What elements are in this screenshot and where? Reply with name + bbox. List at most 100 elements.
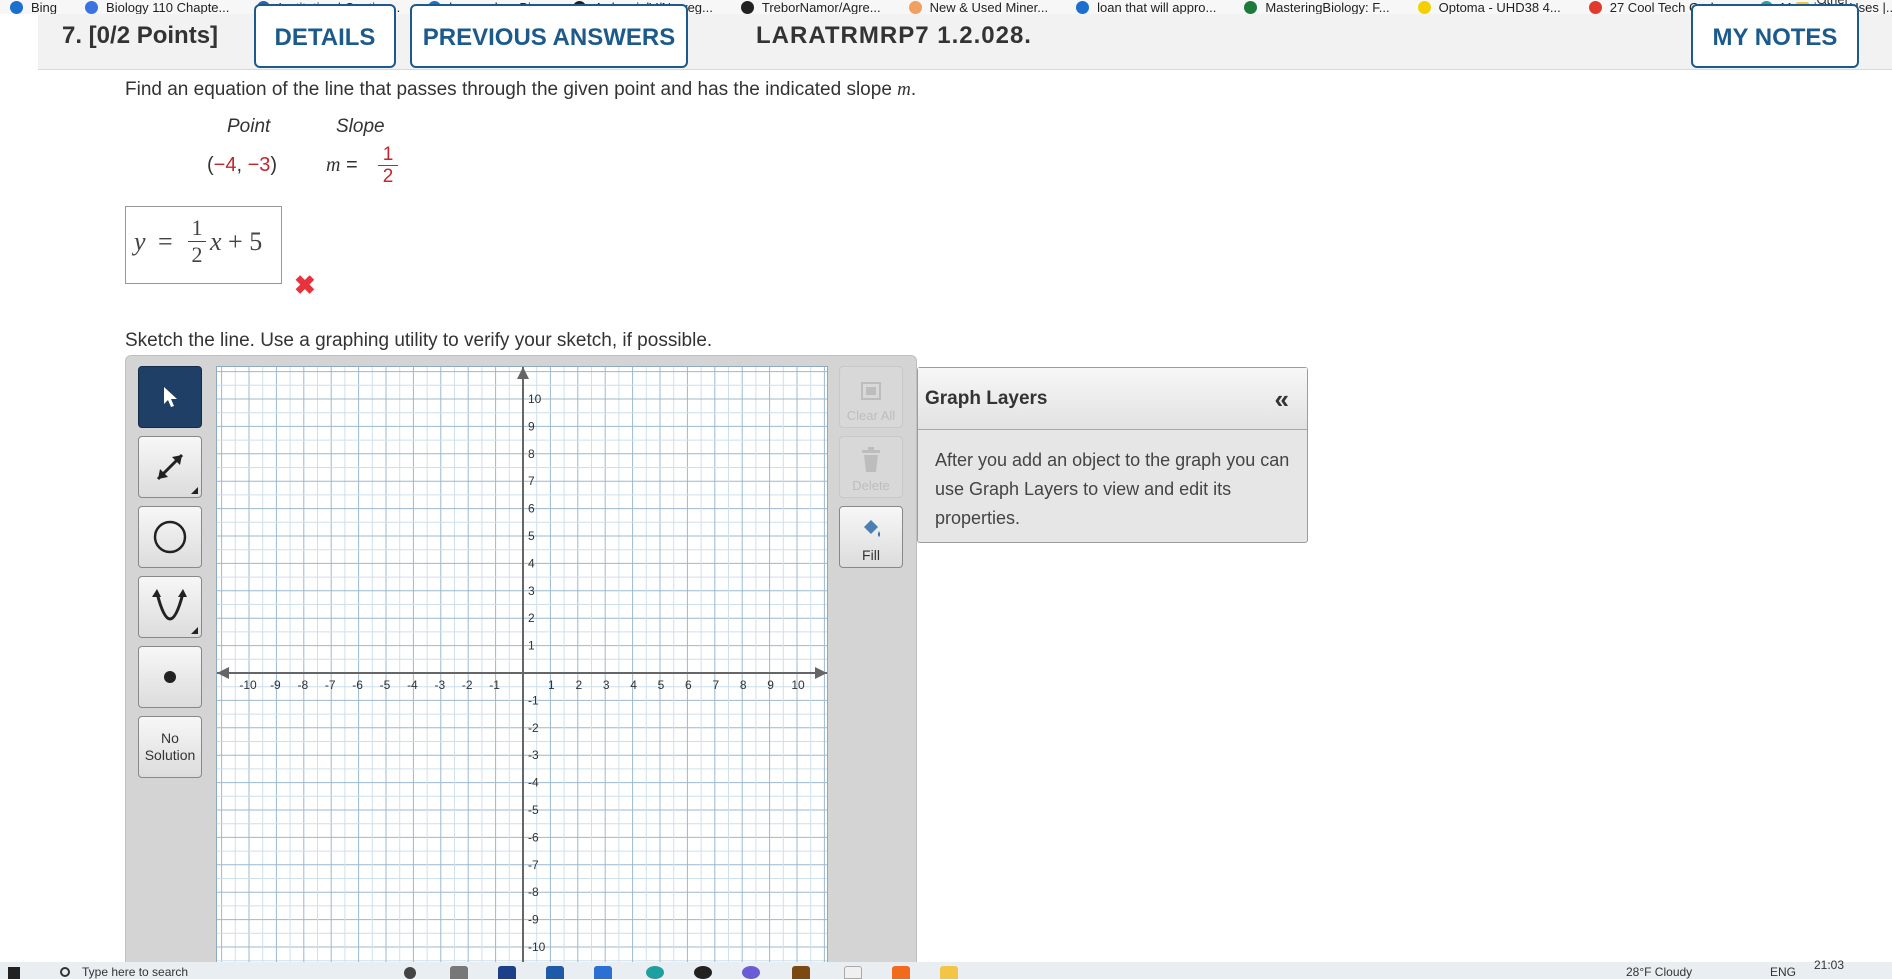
collapse-icon[interactable]: « [1275, 384, 1289, 415]
answer-equals: = [158, 227, 173, 256]
point-tool-button[interactable] [138, 646, 202, 708]
graph-layers-panel: Graph Layers « After you add an object t… [917, 367, 1308, 543]
photoshop-icon[interactable] [498, 966, 516, 979]
x-tick-label: -4 [407, 678, 418, 692]
slope-label: m = [326, 154, 358, 177]
my-notes-label: MY NOTES [1712, 24, 1838, 51]
bookmark-favicon-icon [10, 0, 23, 14]
y-tick-label: -10 [528, 940, 546, 954]
y-tick-label: 2 [528, 611, 535, 625]
x-axis-arrow-right [815, 667, 827, 679]
trash-icon [862, 447, 880, 472]
app-orange-icon[interactable] [892, 966, 910, 979]
no-solution-line1: No [161, 730, 179, 746]
bookmark-item[interactable]: Optoma - UHD38 4... [1417, 0, 1561, 14]
app-icon[interactable] [546, 966, 564, 979]
bookmark-favicon-icon [1076, 0, 1090, 14]
bookmark-item[interactable]: TreborNamor/Agre... [740, 0, 881, 14]
prompt-period: . [910, 79, 917, 100]
y-tick-label: 5 [528, 529, 535, 543]
fill-button[interactable]: Fill [839, 506, 903, 568]
clock[interactable]: 21:03 [1814, 958, 1844, 972]
question-header: 7. [0/2 Points] DETAILS PREVIOUS ANSWERS… [38, 4, 1892, 70]
document-icon[interactable] [844, 966, 862, 979]
x-tick-label: -3 [434, 678, 445, 692]
cursor-icon [164, 387, 177, 407]
previous-answers-label: PREVIOUS ANSWERS [422, 24, 676, 51]
x-tick-label: 10 [791, 678, 805, 692]
pointer-tool-button[interactable] [138, 366, 202, 428]
weather-widget[interactable]: 28°F Cloudy [1626, 965, 1692, 979]
bookmark-item[interactable]: Bing [10, 0, 57, 14]
discord-icon[interactable] [742, 966, 760, 979]
bookmark-label: TreborNamor/Agre... [761, 0, 881, 14]
coordinate-grid[interactable]: -10 -9 -8 -7 -6 -5 -4 -3 -2 -1 1 2 3 4 5 6 7 8 9 10 -10 -9 -8 -… [217, 367, 827, 979]
details-button[interactable]: DETAILS [254, 4, 396, 68]
slope-numerator: 1 [378, 144, 398, 166]
taskbar-search-input[interactable]: Type here to search [82, 965, 188, 979]
bookmark-label: loan that will appro... [1097, 0, 1217, 14]
sketch-instructions: Sketch the line. Use a graphing utility … [125, 330, 713, 351]
parabola-tool-button[interactable] [138, 576, 202, 638]
no-solution-button[interactable]: No Solution [138, 716, 202, 778]
clear-all-button[interactable]: Clear All [839, 366, 903, 428]
my-notes-button[interactable]: MY NOTES [1691, 4, 1859, 68]
bookmark-item[interactable]: loan that will appro... [1076, 0, 1216, 14]
graphing-tool: No Solution -10 -9 -8 -7 -6 -5 -4 -3 -2 -1 1 2 3 4 5 6 7 8… [125, 355, 917, 979]
language-indicator[interactable]: ENG [1770, 965, 1796, 979]
store-icon[interactable] [594, 966, 612, 979]
y-tick-label: 10 [528, 392, 542, 406]
answer-rest: x + 5 [210, 227, 262, 257]
point-y: −3 [247, 154, 271, 176]
edge-icon[interactable] [646, 966, 664, 979]
slope-variable: m [326, 154, 341, 176]
answer-frac-denominator: 2 [191, 242, 203, 267]
x-tick-label: -2 [462, 678, 473, 692]
clear-icon [861, 382, 881, 400]
answer-input[interactable]: y = 1 2 x + 5 [125, 206, 282, 284]
x-tick-label: 9 [767, 678, 774, 692]
x-tick-label: 7 [712, 678, 719, 692]
paren-open: ( [207, 154, 214, 176]
problem-prompt: Find an equation of the line that passes… [125, 79, 916, 101]
y-tick-label: -5 [528, 803, 539, 817]
graph-canvas[interactable]: -10 -9 -8 -7 -6 -5 -4 -3 -2 -1 1 2 3 4 5 6 7 8 9 10 -10 -9 -8 -… [216, 366, 828, 979]
bookmark-favicon-icon [1417, 0, 1431, 14]
x-tick-label: 3 [603, 678, 610, 692]
windows-start-icon[interactable] [8, 967, 20, 979]
x-tick-label: -8 [297, 678, 308, 692]
y-tick-label: 7 [528, 474, 535, 488]
x-tick-label: -10 [239, 678, 257, 692]
bookmark-item[interactable]: MasteringBiology: F... [1244, 0, 1390, 14]
delete-button[interactable]: Delete [839, 436, 903, 498]
line-arrow-icon [156, 453, 184, 481]
previous-answers-button[interactable]: PREVIOUS ANSWERS [410, 4, 688, 68]
slope-header: Slope [336, 116, 385, 137]
widgets-icon[interactable] [450, 966, 468, 979]
y-tick-label: -7 [528, 858, 539, 872]
line-tool-button[interactable] [138, 436, 202, 498]
screen: BingBiology 110 Chapte...Institution | C… [0, 0, 1892, 979]
y-tick-label: -3 [528, 748, 539, 762]
x-tick-label: 5 [658, 678, 665, 692]
x-tick-label: -1 [489, 678, 500, 692]
y-tick-label: 3 [528, 584, 535, 598]
bookmark-label: Optoma - UHD38 4... [1438, 0, 1561, 14]
task-view-icon[interactable] [404, 967, 416, 979]
no-solution-line2: Solution [144, 747, 196, 763]
bookmark-item[interactable]: New & Used Miner... [908, 0, 1048, 14]
slope-equals: = [340, 154, 358, 176]
y-tick-label: -8 [528, 885, 539, 899]
y-tick-label: -2 [528, 721, 539, 735]
circle-icon [153, 520, 187, 554]
prompt-variable: m [897, 79, 911, 100]
circle-tool-button[interactable] [138, 506, 202, 568]
slope-denominator: 2 [382, 166, 394, 187]
x-tick-label: -6 [352, 678, 363, 692]
steam-icon[interactable] [694, 966, 712, 979]
file-explorer-icon[interactable] [940, 966, 958, 979]
game-icon[interactable] [792, 966, 810, 979]
bookmark-item[interactable]: Biology 110 Chapte... [85, 0, 229, 14]
x-tick-label: 8 [740, 678, 747, 692]
answer-tail: + 5 [221, 227, 263, 256]
